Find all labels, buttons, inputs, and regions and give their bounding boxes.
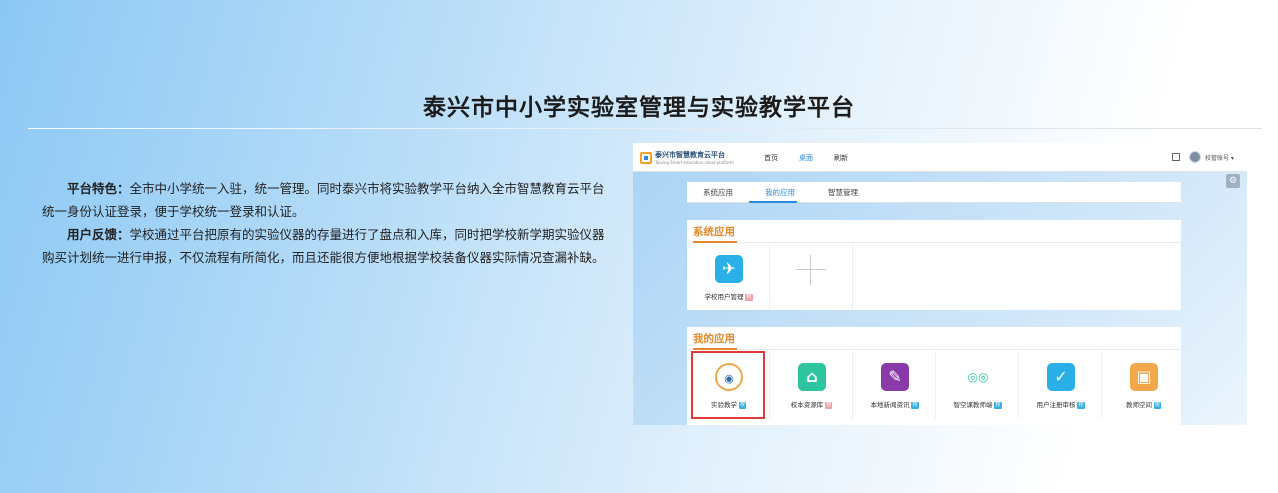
grid-icon[interactable] <box>1172 153 1180 161</box>
app-badge: 校 <box>745 293 753 301</box>
system-apps-section: 系统应用 ✈ 学校用户管理校 <box>687 220 1181 310</box>
app-label: 校本资源库校 <box>790 401 833 409</box>
portrait-icon: ▣ <box>1130 363 1158 391</box>
tab-system-apps[interactable]: 系统应用 <box>703 187 733 198</box>
platform-logo-subtext: Taixing Smart education cloud platform <box>655 160 734 165</box>
app-tile-user-registration-review[interactable]: ✓ 用户注册审核校 <box>1019 351 1102 418</box>
app-tile-school-resource-library[interactable]: ⌂ 校本资源库校 <box>770 351 853 418</box>
add-app-button[interactable] <box>770 243 853 310</box>
app-badge: 校 <box>994 401 1002 409</box>
nav-refresh[interactable]: 刷新 <box>834 153 848 163</box>
gear-icon[interactable]: ⚙ <box>1226 174 1240 188</box>
highlight-box <box>691 351 765 419</box>
feature-label: 平台特色： <box>67 181 130 196</box>
app-label: 智空课教师端校 <box>953 401 1002 409</box>
nav-home[interactable]: 首页 <box>764 153 778 163</box>
news-icon: ✎ <box>881 363 909 391</box>
platform-topbar: 泰兴市智慧教育云平台 Taixing Smart education cloud… <box>633 143 1247 172</box>
app-tabs: 系统应用 我的应用 智慧管理 <box>687 182 1181 203</box>
home-icon: ⌂ <box>798 363 826 391</box>
user-name[interactable]: 校管账号 ▾ <box>1205 153 1234 162</box>
section-title-underline <box>693 348 737 350</box>
app-badge: 校 <box>911 401 919 409</box>
nav-desktop[interactable]: 桌面 <box>799 153 813 163</box>
section-divider <box>687 349 1181 350</box>
platform-logo-icon <box>640 152 652 164</box>
active-tab-indicator <box>749 201 797 203</box>
app-tile-teacher-space[interactable]: ▣ 教师空间校 <box>1102 351 1185 418</box>
app-label: 用户注册审核校 <box>1036 401 1085 409</box>
owl-icon: ◎◎ <box>964 363 992 391</box>
feedback-label: 用户反馈： <box>67 227 130 242</box>
app-tile-smart-class-teacher[interactable]: ◎◎ 智空课教师端校 <box>936 351 1019 418</box>
feedback-paragraph: 用户反馈：学校通过平台把原有的实验仪器的存量进行了盘点和入库，同时把学校新学期实… <box>42 223 612 269</box>
bird-icon: ✈ <box>715 255 743 283</box>
my-apps-title: 我的应用 <box>693 333 735 345</box>
app-badge: 校 <box>825 401 833 409</box>
title-divider <box>28 128 1262 129</box>
platform-logo-text: 泰兴市智慧教育云平台 <box>655 151 725 159</box>
plus-icon <box>796 255 826 285</box>
tab-smart-management[interactable]: 智慧管理 <box>828 187 858 198</box>
intro-text: 平台特色：全市中小学统一入驻，统一管理。同时泰兴市将实验教学平台纳入全市智慧教育… <box>42 177 612 269</box>
app-label: 教师空间校 <box>1125 401 1161 409</box>
page-title: 泰兴市中小学实验室管理与实验教学平台 <box>423 95 855 121</box>
tab-my-apps[interactable]: 我的应用 <box>765 187 795 198</box>
app-tile-school-user-management[interactable]: ✈ 学校用户管理校 <box>687 243 770 310</box>
platform-screenshot: 泰兴市智慧教育云平台 Taixing Smart education cloud… <box>633 143 1247 425</box>
bird-icon: ✓ <box>1047 363 1075 391</box>
app-label: 本地新闻资讯校 <box>870 401 919 409</box>
app-tile-local-news[interactable]: ✎ 本地新闻资讯校 <box>853 351 936 418</box>
system-apps-title: 系统应用 <box>693 226 735 238</box>
avatar[interactable] <box>1189 151 1201 163</box>
feature-paragraph: 平台特色：全市中小学统一入驻，统一管理。同时泰兴市将实验教学平台纳入全市智慧教育… <box>42 177 612 223</box>
app-label: 学校用户管理校 <box>704 293 753 301</box>
app-badge: 校 <box>1077 401 1085 409</box>
app-badge: 校 <box>1153 401 1161 409</box>
